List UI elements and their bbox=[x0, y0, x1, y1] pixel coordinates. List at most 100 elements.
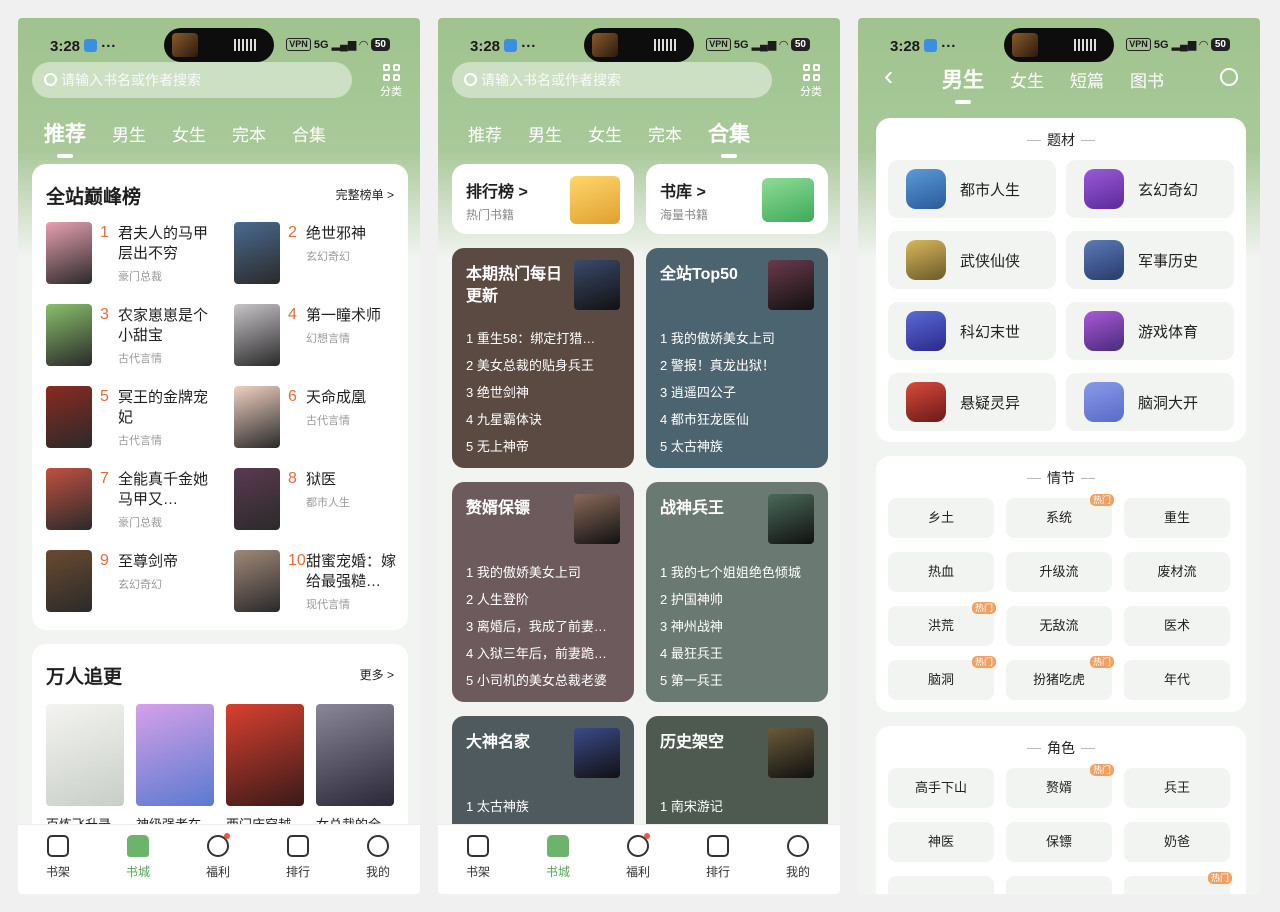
collection-book-row[interactable]: 4 都市狂龙医仙 bbox=[660, 409, 816, 428]
nav-mine[interactable]: 我的 bbox=[348, 835, 408, 880]
genre-tile[interactable]: 游戏体育 bbox=[1066, 302, 1234, 360]
collection-book-row[interactable]: 5 无上神帝 bbox=[466, 436, 622, 455]
genre-tile[interactable]: 悬疑灵异 bbox=[888, 373, 1056, 431]
tab-collection[interactable]: 合集 bbox=[708, 118, 750, 158]
tab-complete[interactable]: 完本 bbox=[232, 121, 266, 146]
nav-ranking[interactable]: 排行 bbox=[268, 835, 328, 880]
role-chip[interactable]: 奶爸 bbox=[1124, 822, 1230, 862]
role-chip[interactable]: 神医 bbox=[888, 822, 994, 862]
collection-book-row[interactable]: 1 我的傲娇美女上司 bbox=[466, 562, 622, 581]
ranking-item[interactable]: 1 君夫人的马甲层出不穷 豪门总裁 bbox=[46, 222, 226, 288]
genre-tile[interactable]: 脑洞大开 bbox=[1066, 373, 1234, 431]
nav-bookstore[interactable]: 书城 bbox=[108, 835, 168, 880]
genre-tile[interactable]: 玄幻奇幻 bbox=[1066, 160, 1234, 218]
collection-list-card[interactable]: 战神兵王 1 我的七个姐姐绝色倾城 2 护国神帅 3 神州战神 4 最狂兵王 5 第一兵王 bbox=[646, 482, 828, 702]
collection-book-row[interactable]: 3 离婚后，我成了前妻… bbox=[466, 616, 622, 635]
nav-welfare[interactable]: 福利 bbox=[608, 833, 668, 880]
plot-chip[interactable]: 扮猪吃虎 热门 bbox=[1006, 656, 1114, 700]
collection-book-row[interactable]: 2 美女总裁的贴身兵王 bbox=[466, 355, 622, 374]
role-chip[interactable]: 兵王 bbox=[1124, 768, 1230, 808]
tab-books[interactable]: 图书 bbox=[1130, 67, 1164, 92]
collection-book-row[interactable]: 1 我的七个姐姐绝色倾城 bbox=[660, 562, 816, 581]
nav-mine[interactable]: 我的 bbox=[768, 835, 828, 880]
ranking-item[interactable]: 7 全能真千金她马甲又… 豪门总裁 bbox=[46, 468, 226, 534]
plot-chip[interactable]: 脑洞 热门 bbox=[888, 656, 996, 700]
ranking-item[interactable]: 9 至尊剑帝 玄幻奇幻 bbox=[46, 550, 226, 616]
tab-female[interactable]: 女生 bbox=[172, 121, 206, 146]
collection-book-row[interactable]: 3 逍遥四公子 bbox=[660, 382, 816, 401]
genre-tile[interactable]: 科幻末世 bbox=[888, 302, 1056, 360]
plot-chip[interactable]: 升级流 bbox=[1006, 552, 1112, 592]
ranking-item[interactable]: 2 绝世邪神 玄幻奇幻 bbox=[234, 222, 414, 288]
plot-chip[interactable]: 重生 bbox=[1124, 498, 1230, 538]
nav-welfare[interactable]: 福利 bbox=[188, 833, 248, 880]
category-button[interactable]: 分类 bbox=[796, 62, 826, 99]
ranking-entry-card[interactable]: 排行榜 > 热门书籍 bbox=[452, 164, 634, 234]
collection-book-row[interactable]: 5 第一兵王 bbox=[660, 670, 816, 689]
tab-female[interactable]: 女生 bbox=[1010, 67, 1044, 92]
genre-tile[interactable]: 军事历史 bbox=[1066, 231, 1234, 289]
plot-chip[interactable]: 废材流 bbox=[1124, 552, 1230, 592]
search-input[interactable]: 请输入书名或作者搜索 bbox=[32, 62, 352, 98]
collection-book-row[interactable]: 2 人生登阶 bbox=[466, 589, 622, 608]
full-ranking-link[interactable]: 完整榜单 > bbox=[336, 186, 394, 203]
collection-book-row[interactable]: 5 小司机的美女总裁老婆 bbox=[466, 670, 622, 689]
book-cover[interactable] bbox=[316, 704, 394, 806]
tab-recommend[interactable]: 推荐 bbox=[44, 118, 86, 158]
ranking-item[interactable]: 4 第一瞳术师 幻想言情 bbox=[234, 304, 414, 370]
ranking-item[interactable]: 5 冥王的金牌宠妃 古代言情 bbox=[46, 386, 226, 452]
nav-ranking[interactable]: 排行 bbox=[688, 835, 748, 880]
plot-chip[interactable]: 医术 bbox=[1124, 606, 1230, 646]
collection-book-row[interactable]: 1 太古神族 bbox=[466, 796, 622, 815]
genre-tile[interactable]: 武侠仙侠 bbox=[888, 231, 1056, 289]
collection-book-row[interactable]: 5 太古神族 bbox=[660, 436, 816, 455]
ranking-item[interactable]: 8 狱医 都市人生 bbox=[234, 468, 414, 534]
collection-book-row[interactable]: 1 南宋游记 bbox=[660, 796, 816, 815]
search-icon[interactable] bbox=[1220, 68, 1238, 86]
ranking-item[interactable]: 6 天命成凰 古代言情 bbox=[234, 386, 414, 452]
plot-chip[interactable]: 系统 热门 bbox=[1006, 494, 1114, 538]
genre-tile[interactable]: 都市人生 bbox=[888, 160, 1056, 218]
role-chip[interactable]: 赘婿 热门 bbox=[1006, 764, 1114, 808]
plot-chip[interactable]: 乡土 bbox=[888, 498, 994, 538]
book-cover[interactable] bbox=[46, 704, 124, 806]
nav-bookshelf[interactable]: 书架 bbox=[448, 835, 508, 880]
back-icon[interactable]: ‹ bbox=[884, 62, 893, 90]
book-cover[interactable] bbox=[136, 704, 214, 806]
role-chip[interactable]: 保镖 bbox=[1006, 822, 1112, 862]
tab-male[interactable]: 男生 bbox=[528, 121, 562, 146]
ranking-item[interactable]: 3 农家崽崽是个小甜宝 古代言情 bbox=[46, 304, 226, 370]
tab-female[interactable]: 女生 bbox=[588, 121, 622, 146]
plot-chip[interactable]: 无敌流 bbox=[1006, 606, 1112, 646]
book-cover[interactable] bbox=[226, 704, 304, 806]
collection-book-row[interactable]: 4 入狱三年后，前妻跪… bbox=[466, 643, 622, 662]
tab-short[interactable]: 短篇 bbox=[1070, 67, 1104, 92]
collection-list-card[interactable]: 赘婿保镖 1 我的傲娇美女上司 2 人生登阶 3 离婚后，我成了前妻… 4 入狱三年后，… bbox=[452, 482, 634, 702]
role-chip[interactable] bbox=[888, 876, 994, 894]
tab-male[interactable]: 男生 bbox=[942, 64, 984, 104]
collection-book-row[interactable]: 2 警报！真龙出狱！ bbox=[660, 355, 816, 374]
role-chip[interactable] bbox=[1006, 876, 1112, 894]
nav-bookstore[interactable]: 书城 bbox=[528, 835, 588, 880]
ranking-item[interactable]: 10 甜蜜宠婚：嫁给最强糙… 现代言情 bbox=[234, 550, 414, 616]
nav-bookshelf[interactable]: 书架 bbox=[28, 835, 88, 880]
tab-recommend[interactable]: 推荐 bbox=[468, 121, 502, 146]
collection-book-row[interactable]: 4 九星霸体诀 bbox=[466, 409, 622, 428]
collection-book-row[interactable]: 1 重生58：绑定打猎… bbox=[466, 328, 622, 347]
collection-book-row[interactable]: 3 绝世剑神 bbox=[466, 382, 622, 401]
collection-book-row[interactable]: 1 我的傲娇美女上司 bbox=[660, 328, 816, 347]
category-button[interactable]: 分类 bbox=[376, 62, 406, 99]
collection-book-row[interactable]: 4 最狂兵王 bbox=[660, 643, 816, 662]
collection-book-row[interactable]: 2 护国神帅 bbox=[660, 589, 816, 608]
collection-list-card[interactable]: 本期热门每日更新 1 重生58：绑定打猎… 2 美女总裁的贴身兵王 3 绝世剑神 4 九… bbox=[452, 248, 634, 468]
plot-chip[interactable]: 热血 bbox=[888, 552, 994, 592]
collection-book-row[interactable]: 3 神州战神 bbox=[660, 616, 816, 635]
tab-collection[interactable]: 合集 bbox=[292, 121, 326, 146]
tab-complete[interactable]: 完本 bbox=[648, 121, 682, 146]
trending-more-link[interactable]: 更多 > bbox=[360, 666, 394, 683]
plot-chip[interactable]: 洪荒 热门 bbox=[888, 602, 996, 646]
plot-chip[interactable]: 年代 bbox=[1124, 660, 1230, 700]
tab-male[interactable]: 男生 bbox=[112, 121, 146, 146]
role-chip[interactable]: 高手下山 bbox=[888, 768, 994, 808]
search-input[interactable]: 请输入书名或作者搜索 bbox=[452, 62, 772, 98]
